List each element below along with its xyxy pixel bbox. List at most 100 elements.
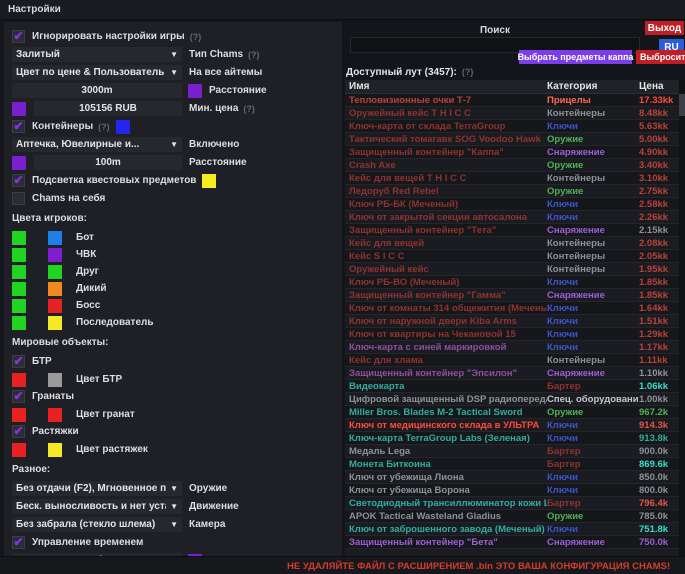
help-icon[interactable]: (?)	[462, 67, 474, 77]
table-row[interactable]: Защищенный контейнер "Гамма"Снаряжение1.…	[345, 289, 685, 302]
item-name: Ключ-карта TerraGroup Labs (Зеленая)	[345, 433, 547, 444]
color-swatch[interactable]	[12, 408, 26, 422]
table-row[interactable]: APOK Tactical Wasteland GladiusОружие785…	[345, 510, 685, 523]
quest-items-checkbox[interactable]: ✔	[12, 174, 25, 187]
table-row[interactable]: Защищенный контейнер "Бета"Снаряжение750…	[345, 536, 685, 549]
item-name: Кейс S I C C	[345, 251, 547, 262]
movement-dropdown[interactable]: Беск. выносливость и нет уста ▼	[12, 499, 182, 514]
table-row[interactable]: Ключ от убежища ЛионаКлючи850.0k	[345, 471, 685, 484]
item-name: Ключ от заброшенного завода (Меченый)	[345, 524, 547, 535]
chevron-down-icon: ▼	[170, 140, 178, 149]
item-category: Снаряжение	[547, 147, 639, 158]
containers-filter-dropdown[interactable]: Аптечка, Ювелирные и... ▼	[12, 137, 182, 152]
containers-color-swatch[interactable]	[116, 120, 130, 134]
grenades-checkbox[interactable]: ✔	[12, 390, 25, 403]
table-row[interactable]: ВидеокартаБартер1.06kk	[345, 380, 685, 393]
help-icon[interactable]: (?)	[98, 122, 110, 132]
quest-items-color-swatch[interactable]	[202, 174, 216, 188]
color-swatch[interactable]	[12, 443, 26, 457]
table-row[interactable]: Ключ от закрытой секции автосалонаКлючи2…	[345, 211, 685, 224]
color-swatch[interactable]	[12, 265, 26, 279]
table-row[interactable]: Ключ от квартиры на Чекановой 15Ключи1.2…	[345, 328, 685, 341]
table-row[interactable]: Оружейный кейсКонтейнеры1.95kk	[345, 263, 685, 276]
color-swatch[interactable]	[48, 265, 62, 279]
table-row[interactable]: Кейс для хламаКонтейнеры1.11kk	[345, 354, 685, 367]
camera-label: Камера	[189, 519, 225, 530]
color-swatch[interactable]	[48, 282, 62, 296]
containers-checkbox[interactable]: ✔	[12, 120, 25, 133]
table-row[interactable]: Ключ-карта от склада TerraGroupКлючи5.63…	[345, 120, 685, 133]
table-row[interactable]: Ледоруб Red RebelОружие2.75kk	[345, 185, 685, 198]
select-kappa-items-button[interactable]: Выбрать предметы каппа	[519, 50, 632, 64]
color-swatch[interactable]	[48, 316, 62, 330]
camera-dropdown[interactable]: Без забрала (стекло шлема) ▼	[12, 517, 182, 532]
table-row[interactable]: Кейс для вещей T H I C CКонтейнеры3.10kk	[345, 172, 685, 185]
color-swatch[interactable]	[48, 373, 62, 387]
color-swatch[interactable]	[48, 408, 62, 422]
containers-distance-color-swatch[interactable]	[12, 156, 26, 170]
scrollbar-thumb[interactable]	[679, 94, 685, 116]
search-label: Поиск	[345, 25, 645, 36]
table-row[interactable]: Ключ РБ-БК (Меченый)Ключи2.58kk	[345, 198, 685, 211]
color-swatch[interactable]	[12, 248, 26, 262]
discard-all-button[interactable]: Выбросить пос	[636, 50, 685, 64]
table-row[interactable]: Ключ от комнаты 314 общежития (Меченый)К…	[345, 302, 685, 315]
color-swatch[interactable]	[48, 231, 62, 245]
color-swatch[interactable]	[12, 299, 26, 313]
table-row[interactable]: Ключ-карта TerraGroup Labs (Зеленая)Ключ…	[345, 432, 685, 445]
column-header-name[interactable]: Имя	[345, 81, 547, 92]
table-row[interactable]: Оружейный кейс T H I C CКонтейнеры8.48kk	[345, 107, 685, 120]
table-row[interactable]: Кейс S I C CКонтейнеры2.05kk	[345, 250, 685, 263]
check-icon: ✔	[13, 121, 23, 131]
table-row[interactable]: Crash AxeОружие3.40kk	[345, 159, 685, 172]
color-swatch[interactable]	[48, 443, 62, 457]
table-row[interactable]: Защищенный контейнер "Каппа"Снаряжение4.…	[345, 146, 685, 159]
table-row[interactable]: Ключ от убежища ВоронаКлючи800.0k	[345, 484, 685, 497]
chams-type-dropdown[interactable]: Залитый ▼	[12, 47, 182, 62]
color-swatch[interactable]	[12, 316, 26, 330]
table-scrollbar[interactable]	[679, 80, 685, 556]
color-swatch[interactable]	[48, 248, 62, 262]
table-row[interactable]: Медаль LegaБартер900.0k	[345, 445, 685, 458]
table-row[interactable]: Ключ-карта с синей маркировкойКлючи1.17k…	[345, 341, 685, 354]
help-icon[interactable]: (?)	[190, 32, 202, 42]
ignore-game-settings-label: Игнорировать настройки игры	[32, 31, 185, 42]
table-row[interactable]: Тактический томагавк SOG Voodoo HawkОруж…	[345, 133, 685, 146]
distance-input[interactable]	[12, 83, 182, 98]
min-price-color-swatch[interactable]	[12, 102, 26, 116]
table-row[interactable]	[345, 549, 685, 556]
time-control-checkbox[interactable]: ✔	[12, 536, 25, 549]
item-name: Кейс для вещей	[345, 238, 547, 249]
table-row[interactable]: Цифровой защищенный DSP радиопередатчикС…	[345, 393, 685, 406]
table-row[interactable]: Ключ от медицинского склада в УЛЬТРАКлюч…	[345, 419, 685, 432]
table-row[interactable]: Ключ от заброшенного завода (Меченый)Клю…	[345, 523, 685, 536]
table-row[interactable]: Монета БиткоинаБартер869.6k	[345, 458, 685, 471]
containers-distance-input[interactable]	[34, 155, 182, 170]
color-swatch[interactable]	[12, 373, 26, 387]
distance-color-swatch[interactable]	[188, 84, 202, 98]
tripwires-checkbox[interactable]: ✔	[12, 425, 25, 438]
color-swatch[interactable]	[12, 231, 26, 245]
table-row[interactable]: Ключ РБ-ВО (Меченый)Ключи1.85kk	[345, 276, 685, 289]
column-header-category[interactable]: Категория	[547, 81, 639, 92]
player-color-label: ЧВК	[76, 249, 96, 260]
item-category: Ключи	[547, 212, 639, 223]
btr-checkbox[interactable]: ✔	[12, 355, 25, 368]
table-row[interactable]: Miller Bros. Blades M-2 Tactical SwordОр…	[345, 406, 685, 419]
chams-self-checkbox[interactable]: ✔	[12, 192, 25, 205]
table-row[interactable]: Тепловизионные очки Т-7Прицелы17.33kk	[345, 94, 685, 107]
min-price-input[interactable]	[34, 101, 182, 116]
help-icon[interactable]: (?)	[248, 50, 260, 60]
table-row[interactable]: Светодиодный трансиллюминатор кожи LEDXБ…	[345, 497, 685, 510]
table-row[interactable]: Кейс для вещейКонтейнеры2.08kk	[345, 237, 685, 250]
weapon-dropdown[interactable]: Без отдачи (F2), Мгновенное п ▼	[12, 481, 182, 496]
color-swatch[interactable]	[12, 282, 26, 296]
all-items-dropdown[interactable]: Цвет по цене & Пользователь ▼	[12, 65, 182, 80]
table-row[interactable]: Защищенный контейнер "Тета"Снаряжение2.1…	[345, 224, 685, 237]
exit-button[interactable]: Выход	[645, 21, 684, 35]
help-icon[interactable]: (?)	[243, 104, 255, 114]
color-swatch[interactable]	[48, 299, 62, 313]
table-row[interactable]: Защищенный контейнер "Эпсилон"Снаряжение…	[345, 367, 685, 380]
table-row[interactable]: Ключ от наружной двери Kiba ArmsКлючи1.5…	[345, 315, 685, 328]
ignore-game-settings-checkbox[interactable]: ✔	[12, 30, 25, 43]
